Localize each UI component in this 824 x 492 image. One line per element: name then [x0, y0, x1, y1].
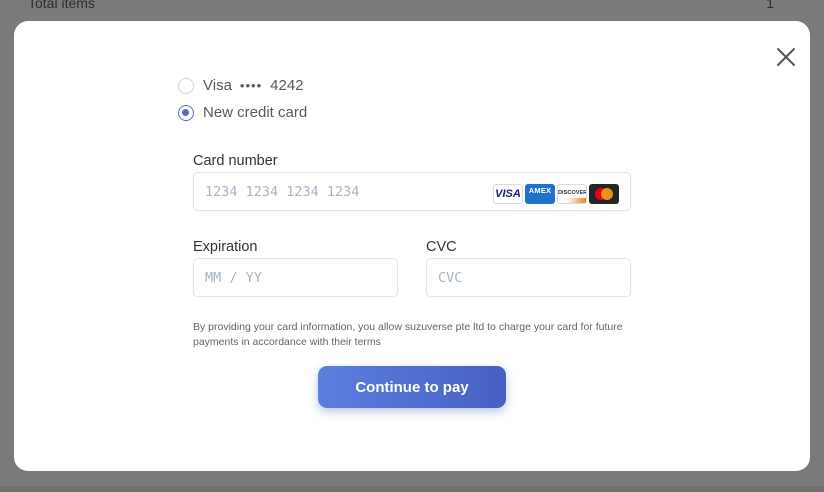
amex-icon: AMEX — [525, 184, 555, 204]
cvc-placeholder: CVC — [438, 269, 463, 286]
new-card-label: New credit card — [203, 104, 308, 121]
close-button[interactable] — [774, 45, 798, 69]
card-brand-icons: VISA AMEX DISCOVER — [493, 184, 619, 204]
saved-card-radio[interactable] — [178, 77, 194, 94]
card-number-placeholder: 1234 1234 1234 1234 — [205, 183, 360, 200]
new-card-option[interactable]: New credit card — [178, 104, 307, 121]
saved-card-option[interactable]: Visa •••• 4242 — [178, 77, 304, 94]
expiration-input[interactable]: MM / YY — [193, 258, 398, 297]
close-icon — [777, 48, 795, 66]
background-summary-row: Total items 1 — [0, 0, 824, 12]
mastercard-icon — [589, 184, 619, 204]
expiration-placeholder: MM / YY — [205, 269, 262, 286]
saved-card-brand: Visa — [203, 77, 232, 94]
saved-card-last4: 4242 — [270, 77, 304, 94]
payment-modal: Visa •••• 4242 New credit card Card numb… — [14, 21, 810, 471]
card-number-label: Card number — [193, 153, 278, 169]
card-number-input[interactable]: 1234 1234 1234 1234 VISA AMEX DISCOVER — [193, 172, 631, 211]
new-card-radio[interactable] — [178, 104, 194, 121]
visa-icon: VISA — [493, 184, 523, 204]
cvc-input[interactable]: CVC — [426, 258, 631, 297]
background-footer — [0, 486, 824, 492]
total-items-value: 1 — [766, 0, 774, 11]
saved-card-mask: •••• — [239, 78, 263, 93]
authorization-disclaimer: By providing your card information, you … — [193, 321, 623, 348]
discover-icon: DISCOVER — [557, 184, 587, 204]
cvc-label: CVC — [426, 239, 457, 255]
total-items-label: Total items — [28, 0, 95, 11]
continue-to-pay-button[interactable]: Continue to pay — [318, 366, 506, 408]
expiration-label: Expiration — [193, 239, 258, 255]
